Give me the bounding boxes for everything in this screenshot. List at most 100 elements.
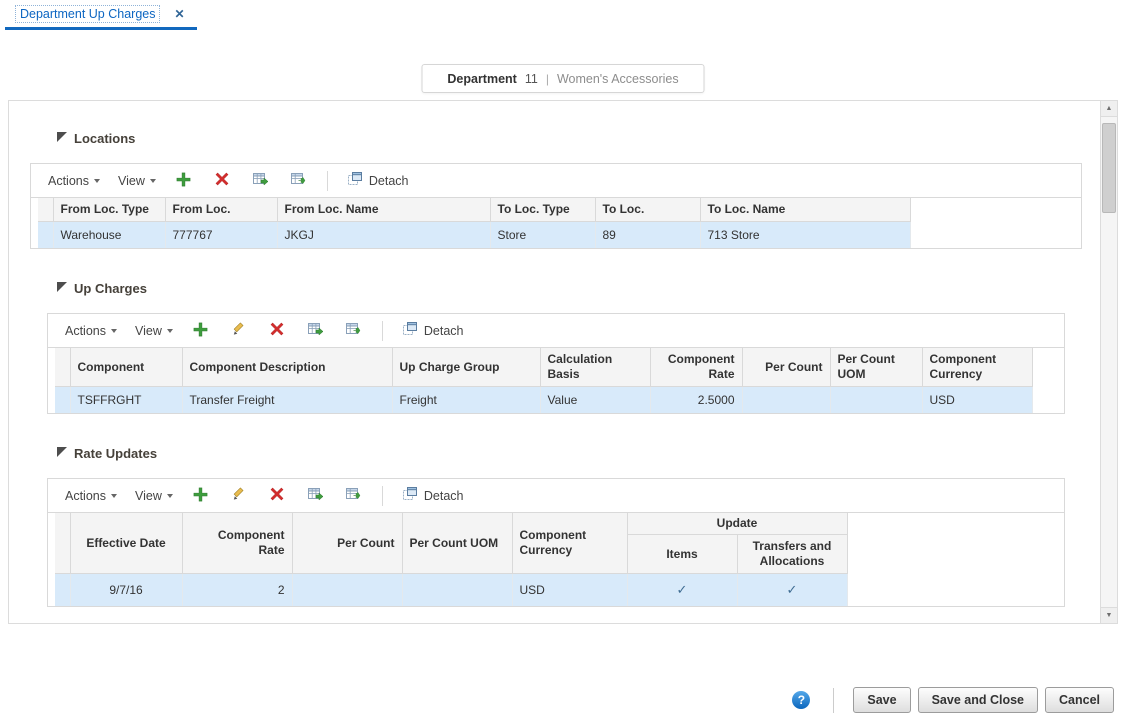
help-icon[interactable]: ? [792, 691, 811, 709]
view-menu-button[interactable]: View [128, 486, 180, 506]
column-header[interactable]: To Loc. [595, 198, 701, 222]
collapse-triangle-icon[interactable] [57, 131, 67, 145]
export-options-button[interactable] [341, 319, 365, 343]
add-button[interactable] [172, 169, 196, 193]
section-rate-updates: Rate Updates Actions View Detach Effecti… [30, 438, 1082, 607]
column-header[interactable]: Component Rate [182, 513, 293, 574]
view-menu-button[interactable]: View [111, 171, 163, 191]
view-label: View [135, 323, 162, 338]
actions-label: Actions [48, 173, 89, 188]
vertical-scrollbar[interactable]: ▲ ▼ [1100, 101, 1117, 623]
export-to-excel-icon [252, 171, 269, 190]
rate-updates-header: Rate Updates [30, 438, 1082, 468]
column-header[interactable]: Component [70, 348, 183, 387]
up-charges-header: Up Charges [30, 273, 1082, 303]
row-selector[interactable] [55, 386, 71, 413]
delete-icon [270, 487, 284, 504]
export-to-excel-button[interactable] [303, 484, 327, 508]
edit-button[interactable] [227, 484, 251, 508]
column-header[interactable]: To Loc. Type [490, 198, 596, 222]
table-row[interactable]: 9/7/16 2 USD ✓ ✓ [55, 573, 848, 606]
column-header[interactable]: Effective Date [70, 513, 183, 574]
column-header[interactable]: Per Count [292, 513, 403, 574]
section-title: Up Charges [74, 280, 147, 296]
row-selector[interactable] [38, 221, 54, 248]
export-options-icon [290, 171, 306, 190]
column-header[interactable]: Component Rate [650, 348, 743, 387]
cell-from-loc-type: Warehouse [53, 221, 166, 248]
row-selector[interactable] [55, 573, 71, 606]
actions-menu-button[interactable]: Actions [58, 486, 124, 506]
section-up-charges: Up Charges Actions View Detach Component… [30, 273, 1082, 414]
chevron-down-icon [111, 493, 117, 498]
column-header[interactable]: Per Count [742, 348, 831, 387]
column-header[interactable]: Component Currency [512, 513, 628, 574]
scrollbar-track[interactable] [1101, 117, 1117, 607]
collapse-triangle-icon[interactable] [57, 446, 67, 460]
view-label: View [135, 488, 162, 503]
column-header[interactable]: Items [627, 534, 738, 574]
detach-icon [402, 486, 418, 505]
locations-toolbar: Actions View Detach [31, 164, 1081, 198]
table-row[interactable]: TSFFRGHT Transfer Freight Freight Value … [55, 386, 1033, 413]
view-menu-button[interactable]: View [128, 321, 180, 341]
column-header[interactable]: Component Currency [922, 348, 1033, 387]
column-header[interactable]: Up Charge Group [392, 348, 541, 387]
section-locations: Locations Actions View Detach From Loc. … [30, 123, 1082, 249]
save-and-close-button[interactable]: Save and Close [917, 687, 1038, 713]
cell-update-items-check: ✓ [627, 573, 738, 606]
export-to-excel-icon [307, 321, 324, 340]
cell-from-loc: 777767 [165, 221, 278, 248]
tab-department-up-charges[interactable]: Department Up Charges ✕ [5, 0, 197, 30]
delete-button[interactable] [210, 169, 234, 193]
detach-button[interactable]: Detach [395, 318, 471, 343]
column-header[interactable]: Per Count UOM [402, 513, 513, 574]
scrollbar-thumb[interactable] [1102, 123, 1116, 213]
locations-panel: Actions View Detach From Loc. Type From … [30, 163, 1082, 249]
column-header[interactable]: To Loc. Name [700, 198, 911, 222]
chevron-down-icon [94, 178, 100, 183]
edit-pencil-icon [231, 321, 246, 340]
detach-button[interactable]: Detach [395, 483, 471, 508]
rate-updates-header-row: Effective Date Component Rate Per Count … [55, 513, 848, 574]
up-charges-toolbar: Actions View Detach [48, 314, 1064, 348]
delete-button[interactable] [265, 319, 289, 343]
cell-effective-date: 9/7/16 [70, 573, 183, 606]
collapse-triangle-icon[interactable] [57, 281, 67, 295]
column-header[interactable]: From Loc. Type [53, 198, 166, 222]
cell-per-count-uom [402, 573, 513, 606]
tab-title[interactable]: Department Up Charges [15, 4, 161, 23]
delete-icon [270, 322, 284, 339]
cancel-button[interactable]: Cancel [1045, 687, 1114, 713]
column-header[interactable]: Calculation Basis [540, 348, 651, 387]
tab-close-icon[interactable]: ✕ [174, 8, 184, 20]
column-header[interactable]: Transfers and Allocations [737, 534, 848, 574]
detach-button[interactable]: Detach [340, 168, 416, 193]
cell-per-count-uom [830, 386, 923, 413]
save-button[interactable]: Save [853, 687, 911, 713]
edit-button[interactable] [227, 319, 251, 343]
column-header[interactable]: Per Count UOM [830, 348, 923, 387]
delete-button[interactable] [265, 484, 289, 508]
column-header[interactable]: From Loc. [165, 198, 278, 222]
actions-menu-button[interactable]: Actions [41, 171, 107, 191]
scroll-down-button[interactable]: ▼ [1101, 607, 1117, 623]
rate-updates-table: Effective Date Component Rate Per Count … [55, 513, 848, 606]
rate-updates-toolbar: Actions View Detach [48, 479, 1064, 513]
column-header[interactable]: From Loc. Name [277, 198, 491, 222]
locations-header-row: From Loc. Type From Loc. From Loc. Name … [38, 198, 911, 222]
add-button[interactable] [189, 319, 213, 343]
export-to-excel-button[interactable] [248, 169, 272, 193]
table-row[interactable]: Warehouse 777767 JKGJ Store 89 713 Store [38, 221, 911, 248]
column-header[interactable]: Component Description [182, 348, 393, 387]
export-options-button[interactable] [341, 484, 365, 508]
export-options-button[interactable] [286, 169, 310, 193]
export-to-excel-button[interactable] [303, 319, 327, 343]
cell-to-loc-type: Store [490, 221, 596, 248]
context-name: Women's Accessories [556, 71, 679, 86]
cell-update-transfers-check: ✓ [737, 573, 848, 606]
section-title: Rate Updates [74, 445, 158, 461]
scroll-up-button[interactable]: ▲ [1101, 101, 1117, 117]
add-button[interactable] [189, 484, 213, 508]
actions-menu-button[interactable]: Actions [58, 321, 124, 341]
